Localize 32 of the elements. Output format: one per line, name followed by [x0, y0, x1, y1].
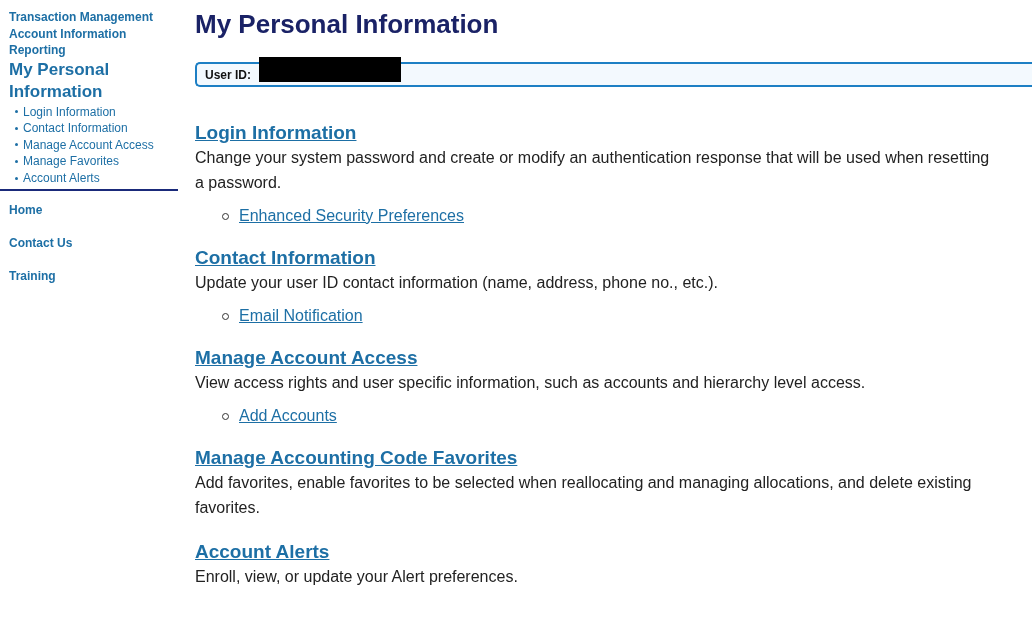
nav-link[interactable]: Reporting	[0, 42, 178, 59]
section-description: View access rights and user specific information, such as accounts and hierarchy level access.	[195, 373, 867, 393]
nav-link[interactable]: Contact Us	[9, 235, 178, 252]
page-title: My Personal Information	[195, 8, 500, 40]
section-heading-link[interactable]: Manage Account Access	[195, 346, 418, 370]
user-id-label: User ID:	[205, 67, 251, 82]
bullet-icon	[15, 176, 18, 180]
bullet-icon	[15, 110, 18, 114]
sub-link[interactable]: Enhanced Security Preferences	[239, 206, 464, 226]
section-heading-link[interactable]: Manage Accounting Code Favorites	[195, 446, 518, 470]
section-heading-link[interactable]: Login Information	[195, 121, 357, 145]
section-description: Enroll, view, or update your Alert preferences.	[195, 567, 519, 587]
current-section-title: My Personal Information	[8, 58, 111, 103]
subnav-link[interactable]: Manage Favorites	[15, 153, 178, 170]
subnav-link[interactable]: Login Information	[15, 103, 178, 121]
section-description: Change your system password and create or modify an authentication response that will be used when resetting a password.	[195, 148, 991, 193]
subnav-link[interactable]: Contact Information	[15, 120, 178, 137]
sub-link[interactable]: Email Notification	[239, 306, 363, 326]
subnav-link[interactable]: Manage Account Access	[15, 136, 178, 154]
bullet-icon	[15, 160, 18, 164]
subnav-link[interactable]: Account Alerts	[15, 169, 178, 187]
nav-link[interactable]: Home	[9, 202, 178, 219]
section-heading-link[interactable]: Account Alerts	[195, 540, 330, 564]
nav-link[interactable]: Training	[9, 268, 178, 285]
nav-link[interactable]: Account Information	[0, 25, 178, 42]
section-description: Update your user ID contact information (name, address, phone no., etc.).	[195, 273, 719, 293]
section-description: Add favorites, enable favorites to be selected when reallocating and managing allocations, and delete existing favorites.	[195, 473, 973, 518]
bullet-icon	[15, 126, 18, 130]
bullet-icon	[15, 143, 18, 147]
sub-link[interactable]: Add Accounts	[239, 406, 337, 426]
section-heading-link[interactable]: Contact Information	[195, 246, 376, 270]
nav-link[interactable]: Transaction Management	[0, 9, 178, 26]
